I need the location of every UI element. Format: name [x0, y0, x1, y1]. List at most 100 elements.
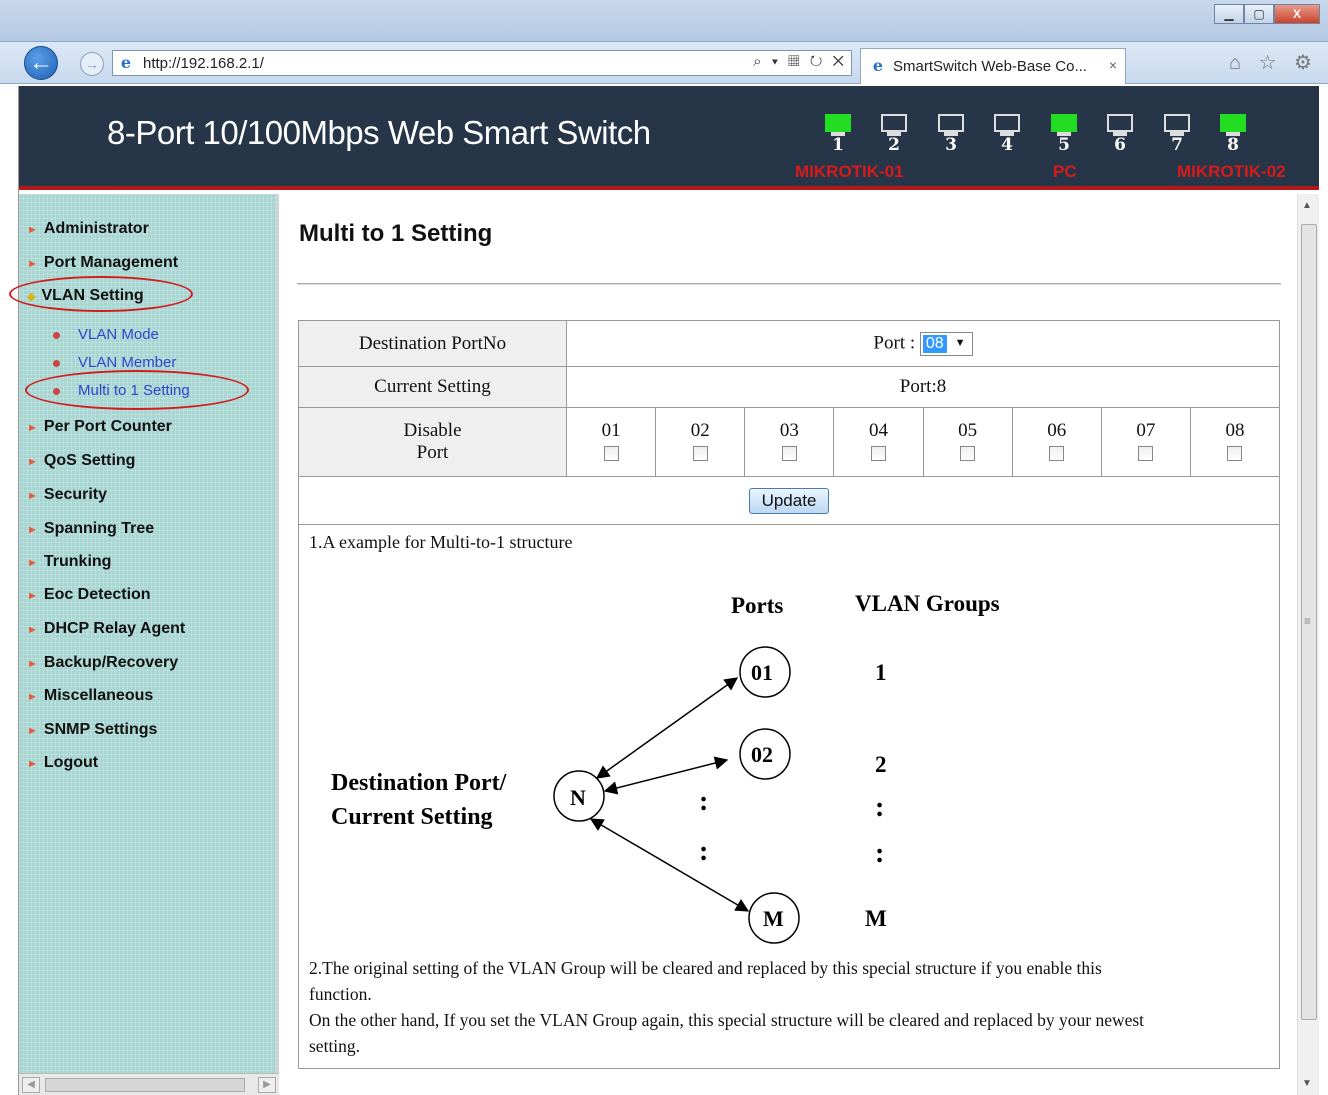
disable-port-checkbox-05[interactable]: [960, 446, 976, 462]
minimize-button[interactable]: ▁: [1214, 4, 1244, 24]
maximize-button[interactable]: ▢: [1244, 4, 1274, 24]
browser-tools[interactable]: ⌂ ☆ ⚙: [1229, 50, 1318, 75]
main-content: Multi to 1 Setting Destination PortNo Po…: [283, 194, 1319, 1095]
port-label-pc: PC: [1053, 162, 1077, 181]
port-label-mikrotik-01: MIKROTIK-01: [795, 162, 904, 181]
arrow-icon: ►: [27, 725, 38, 737]
note-3-line1: On the other hand, If you set the VLAN G…: [309, 1010, 1145, 1030]
dropdown-icon: ▼: [954, 336, 966, 349]
window-titlebar: ▁ ▢ X: [0, 0, 1328, 42]
address-tools[interactable]: ⌕ ▾ ▦ ↻ ✕: [753, 53, 847, 70]
scroll-down-icon[interactable]: ▼: [1302, 1078, 1312, 1089]
dest-port-label: Destination PortNo: [298, 320, 567, 367]
tab-smartswitch[interactable]: e SmartSwitch Web-Base Co... ×: [860, 48, 1126, 84]
sidebar-item-dhcp-relay-agent[interactable]: ► DHCP Relay Agent: [27, 620, 185, 638]
arrow-icon: ►: [27, 624, 38, 636]
diagram-dots-groups-1: :: [875, 792, 884, 823]
sidebar-item-per-port-counter[interactable]: ► Per Port Counter: [27, 418, 172, 436]
sidebar-subitem-vlan-member[interactable]: VLAN Member: [53, 354, 176, 371]
switch-app: 8-Port 10/100Mbps Web Smart Switch 1 2 3…: [9, 86, 1319, 1095]
arrow-icon: ►: [27, 590, 38, 602]
disable-port-checkbox-08[interactable]: [1227, 446, 1243, 462]
scroll-thumb[interactable]: [45, 1078, 245, 1092]
diagram-arrow-m: [589, 818, 750, 912]
port-icon-6: 6: [1105, 114, 1135, 154]
annotation-ellipse-multi: [25, 370, 249, 410]
multi-to-1-table: Destination PortNo Port : 08 ▼ Current Se…: [298, 320, 1281, 525]
arrow-icon: ►: [27, 224, 38, 236]
scroll-up-icon[interactable]: ▲: [1302, 200, 1312, 211]
diagram-group-m: M: [865, 906, 887, 931]
sidebar-item-port-management[interactable]: ► Port Management: [27, 254, 178, 272]
sidebar-item-backup-recovery[interactable]: ► Backup/Recovery: [27, 654, 178, 672]
port-icon-8: 8: [1218, 114, 1248, 154]
multi-to-1-diagram: Ports VLAN Groups Destination Port/ Curr…: [331, 591, 1000, 944]
sidebar-item-security[interactable]: ► Security: [27, 486, 107, 504]
content-vertical-scrollbar[interactable]: ▲ ≡ ▼: [1297, 194, 1319, 1095]
disable-port-checkbox-03[interactable]: [781, 446, 797, 462]
disable-port-checkbox-07[interactable]: [1138, 446, 1154, 462]
port-icon-7: 7: [1162, 114, 1192, 154]
sidebar-horizontal-scrollbar[interactable]: ◀ ▶: [19, 1073, 279, 1095]
close-button[interactable]: X: [1274, 4, 1320, 24]
scroll-grip-icon: ≡: [1304, 614, 1312, 628]
port-icon-1: 1: [823, 114, 853, 154]
diagram-group-2: 2: [875, 752, 887, 777]
forward-button[interactable]: →: [80, 52, 104, 76]
back-button[interactable]: ←: [24, 46, 58, 80]
diagram-node-n-label: N: [570, 785, 586, 810]
dest-port-select[interactable]: 08 ▼: [919, 331, 973, 356]
divider: [297, 283, 1281, 285]
diagram-group-1: 1: [875, 660, 887, 685]
sidebar-item-miscellaneous[interactable]: ► Miscellaneous: [27, 687, 153, 705]
tab-label: SmartSwitch Web-Base Co...: [893, 58, 1087, 75]
arrow-icon: ►: [27, 524, 38, 536]
arrow-icon: ►: [27, 490, 38, 502]
note-3-line2: setting.: [309, 1036, 361, 1056]
sidebar-item-snmp-settings[interactable]: ► SNMP Settings: [27, 721, 157, 739]
port-icon-5: 5: [1049, 114, 1079, 154]
arrow-icon: ►: [27, 456, 38, 468]
ie-icon: e: [120, 53, 132, 72]
update-row: Update: [298, 476, 1280, 525]
page-header-title: 8-Port 10/100Mbps Web Smart Switch: [107, 114, 651, 151]
disable-port-col-02: 02: [655, 407, 746, 477]
port-icon-3: 3: [936, 114, 966, 154]
current-setting-value: Port:8: [566, 366, 1280, 408]
diagram-groups-heading: VLAN Groups: [855, 591, 1000, 616]
sidebar-subitem-vlan-mode[interactable]: VLAN Mode: [53, 326, 159, 343]
url-text: http://192.168.2.1/: [143, 55, 264, 72]
disable-port-checkbox-01[interactable]: [603, 446, 619, 462]
diagram-dots-ports-2: :: [699, 836, 708, 867]
scroll-left-button[interactable]: ◀: [22, 1077, 40, 1093]
update-button[interactable]: Update: [748, 487, 830, 514]
sidebar-item-spanning-tree[interactable]: ► Spanning Tree: [27, 520, 154, 538]
dest-port-cell: Port : 08 ▼: [566, 320, 1280, 367]
sidebar-item-trunking[interactable]: ► Trunking: [27, 553, 111, 571]
ie-icon: e: [872, 56, 884, 75]
sidebar-item-administrator[interactable]: ► Administrator: [27, 220, 149, 238]
diagram-arrow-02: [603, 756, 729, 795]
disable-port-col-05: 05: [922, 407, 1013, 477]
example-panel: 1.A example for Multi-to-1 structure Por…: [298, 520, 1280, 1069]
disable-port-checkbox-04[interactable]: [870, 446, 886, 462]
current-setting-label: Current Setting: [298, 366, 567, 408]
disable-port-col-07: 07: [1100, 407, 1191, 477]
disable-port-checkbox-02[interactable]: [692, 446, 708, 462]
tab-close-icon[interactable]: ×: [1109, 57, 1117, 73]
address-bar[interactable]: e http://192.168.2.1/ ⌕ ▾ ▦ ↻ ✕: [112, 50, 852, 76]
sidebar-item-eoc-detection[interactable]: ► Eoc Detection: [27, 586, 151, 604]
port-label-mikrotik-02: MIKROTIK-02: [1177, 162, 1286, 181]
sidebar-item-logout[interactable]: ► Logout: [27, 754, 98, 772]
diagram-dots-groups-2: :: [875, 838, 884, 869]
note-2-line1: 2.The original setting of the VLAN Group…: [309, 958, 1102, 978]
disable-port-checkbox-06[interactable]: [1049, 446, 1065, 462]
scroll-right-button[interactable]: ▶: [258, 1077, 276, 1093]
sidebar-item-qos-setting[interactable]: ► QoS Setting: [27, 452, 135, 470]
port-prefix: Port :: [873, 331, 916, 353]
diagram-dest-line1: Destination Port/: [331, 770, 507, 796]
disable-port-col-01: 01: [565, 407, 657, 477]
arrow-icon: ►: [27, 258, 38, 270]
disable-port-col-04: 04: [833, 407, 924, 477]
disable-port-col-03: 03: [744, 407, 835, 477]
